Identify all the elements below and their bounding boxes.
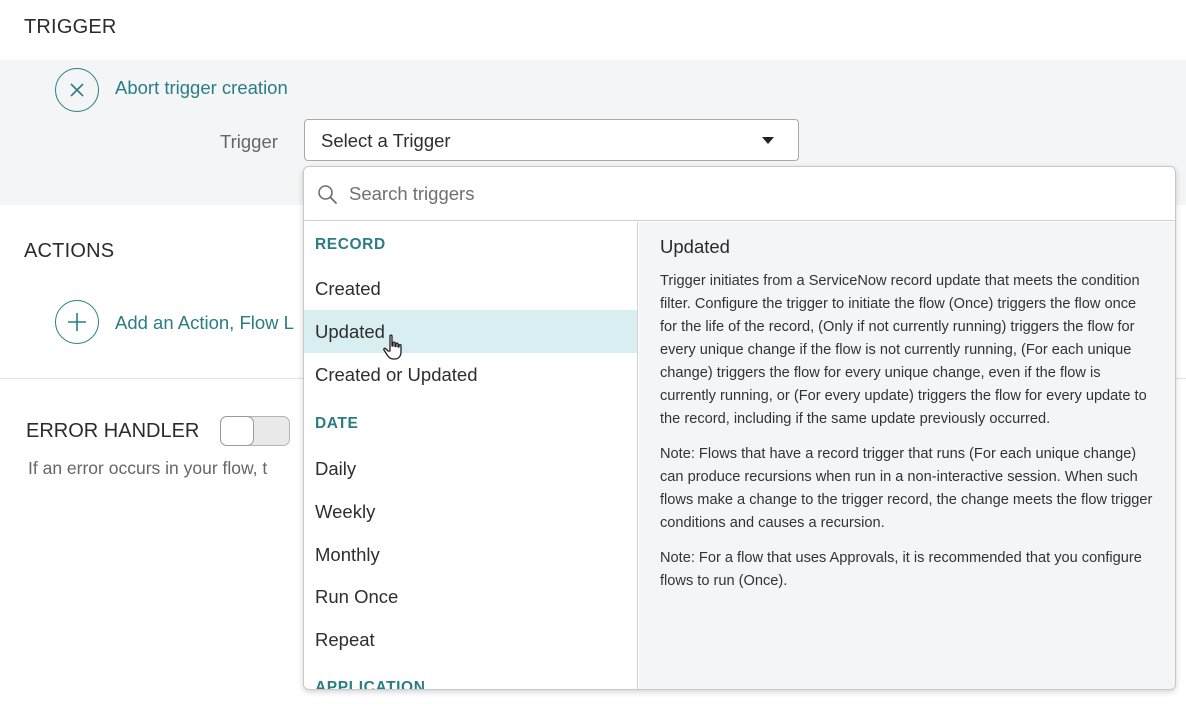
description-paragraph: Note: For a flow that uses Approvals, it… [660, 550, 1142, 589]
caret-down-icon [762, 137, 774, 144]
toggle-knob [220, 416, 254, 446]
description-title: Updated [660, 236, 730, 257]
trigger-section-title: TRIGGER [24, 16, 117, 38]
abort-trigger-link[interactable]: Abort trigger creation [115, 77, 288, 99]
search-row [304, 167, 1175, 221]
option-run-once[interactable]: Run Once [304, 575, 637, 618]
option-updated[interactable]: Updated [304, 310, 637, 353]
trigger-description-panel: Updated Trigger initiates from a Service… [639, 222, 1175, 689]
error-handler-toggle[interactable] [220, 416, 290, 446]
trigger-options-list[interactable]: RECORD Created Updated Created or Update… [304, 222, 638, 690]
option-repeat[interactable]: Repeat [304, 618, 637, 661]
search-triggers-input[interactable] [349, 180, 1139, 208]
description-paragraph: Note: Flows that have a record trigger t… [660, 446, 1153, 531]
group-header-application: APPLICATION [315, 679, 426, 690]
trigger-select-value: Select a Trigger [321, 130, 451, 151]
error-handler-title: ERROR HANDLER [26, 420, 200, 442]
option-weekly[interactable]: Weekly [304, 490, 637, 533]
option-created-or-updated[interactable]: Created or Updated [304, 353, 637, 396]
plus-icon [68, 313, 86, 331]
trigger-field-label: Trigger [220, 131, 278, 152]
add-action-link[interactable]: Add an Action, Flow L [115, 312, 294, 334]
description-paragraph: Trigger initiates from a ServiceNow reco… [660, 273, 1147, 427]
actions-section-title: ACTIONS [24, 240, 115, 262]
option-created[interactable]: Created [304, 267, 637, 310]
hand-pointer-icon [383, 334, 402, 360]
abort-trigger-button[interactable] [55, 68, 99, 112]
error-handler-description: If an error occurs in your flow, t [28, 458, 268, 478]
group-header-date: DATE [315, 415, 359, 432]
option-daily[interactable]: Daily [304, 447, 637, 490]
search-icon [318, 185, 337, 204]
trigger-dropdown-panel: RECORD Created Updated Created or Update… [303, 166, 1176, 690]
close-icon [70, 83, 84, 97]
add-action-button[interactable] [55, 300, 99, 344]
group-header-record: RECORD [315, 236, 386, 253]
option-monthly[interactable]: Monthly [304, 533, 637, 576]
trigger-select[interactable]: Select a Trigger [304, 119, 799, 161]
